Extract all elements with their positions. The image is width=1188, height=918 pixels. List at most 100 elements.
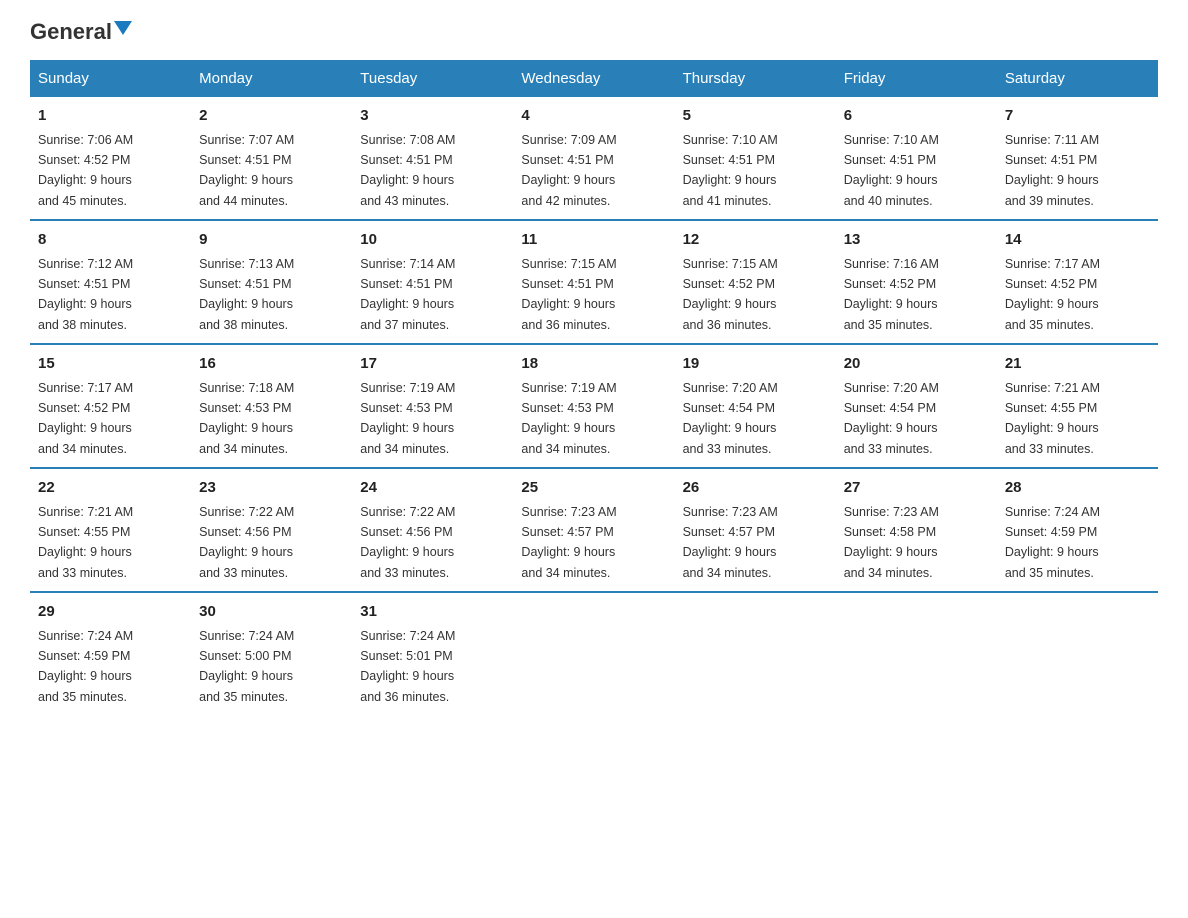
calendar-cell: 26 Sunrise: 7:23 AMSunset: 4:57 PMDaylig… (675, 468, 836, 592)
day-number: 8 (38, 229, 183, 252)
day-info: Sunrise: 7:18 AMSunset: 4:53 PMDaylight:… (199, 381, 294, 456)
calendar-cell (513, 592, 674, 715)
day-number: 6 (844, 105, 989, 128)
day-info: Sunrise: 7:19 AMSunset: 4:53 PMDaylight:… (521, 381, 616, 456)
day-number: 9 (199, 229, 344, 252)
calendar-cell: 19 Sunrise: 7:20 AMSunset: 4:54 PMDaylig… (675, 344, 836, 468)
calendar-cell: 17 Sunrise: 7:19 AMSunset: 4:53 PMDaylig… (352, 344, 513, 468)
day-number: 30 (199, 601, 344, 624)
day-number: 13 (844, 229, 989, 252)
calendar-cell: 27 Sunrise: 7:23 AMSunset: 4:58 PMDaylig… (836, 468, 997, 592)
day-info: Sunrise: 7:16 AMSunset: 4:52 PMDaylight:… (844, 257, 939, 332)
day-info: Sunrise: 7:24 AMSunset: 5:01 PMDaylight:… (360, 629, 455, 704)
day-info: Sunrise: 7:17 AMSunset: 4:52 PMDaylight:… (38, 381, 133, 456)
day-number: 7 (1005, 105, 1150, 128)
calendar-cell: 14 Sunrise: 7:17 AMSunset: 4:52 PMDaylig… (997, 220, 1158, 344)
day-number: 22 (38, 477, 183, 500)
day-info: Sunrise: 7:23 AMSunset: 4:57 PMDaylight:… (521, 505, 616, 580)
day-info: Sunrise: 7:22 AMSunset: 4:56 PMDaylight:… (199, 505, 294, 580)
day-number: 14 (1005, 229, 1150, 252)
day-info: Sunrise: 7:13 AMSunset: 4:51 PMDaylight:… (199, 257, 294, 332)
calendar-cell: 22 Sunrise: 7:21 AMSunset: 4:55 PMDaylig… (30, 468, 191, 592)
weekday-header-friday: Friday (836, 60, 997, 97)
calendar-cell: 31 Sunrise: 7:24 AMSunset: 5:01 PMDaylig… (352, 592, 513, 715)
calendar-cell: 7 Sunrise: 7:11 AMSunset: 4:51 PMDayligh… (997, 97, 1158, 220)
calendar-cell: 20 Sunrise: 7:20 AMSunset: 4:54 PMDaylig… (836, 344, 997, 468)
day-number: 19 (683, 353, 828, 376)
day-info: Sunrise: 7:24 AMSunset: 4:59 PMDaylight:… (38, 629, 133, 704)
day-number: 29 (38, 601, 183, 624)
calendar-week-row: 22 Sunrise: 7:21 AMSunset: 4:55 PMDaylig… (30, 468, 1158, 592)
calendar-cell: 8 Sunrise: 7:12 AMSunset: 4:51 PMDayligh… (30, 220, 191, 344)
calendar-week-row: 8 Sunrise: 7:12 AMSunset: 4:51 PMDayligh… (30, 220, 1158, 344)
calendar-cell: 28 Sunrise: 7:24 AMSunset: 4:59 PMDaylig… (997, 468, 1158, 592)
logo-arrow-icon (114, 21, 132, 39)
calendar-cell: 30 Sunrise: 7:24 AMSunset: 5:00 PMDaylig… (191, 592, 352, 715)
day-number: 4 (521, 105, 666, 128)
calendar-cell: 1 Sunrise: 7:06 AMSunset: 4:52 PMDayligh… (30, 97, 191, 220)
day-info: Sunrise: 7:20 AMSunset: 4:54 PMDaylight:… (844, 381, 939, 456)
day-info: Sunrise: 7:21 AMSunset: 4:55 PMDaylight:… (1005, 381, 1100, 456)
day-number: 21 (1005, 353, 1150, 376)
calendar-cell: 9 Sunrise: 7:13 AMSunset: 4:51 PMDayligh… (191, 220, 352, 344)
calendar-cell: 25 Sunrise: 7:23 AMSunset: 4:57 PMDaylig… (513, 468, 674, 592)
logo: General (30, 20, 132, 44)
day-info: Sunrise: 7:24 AMSunset: 5:00 PMDaylight:… (199, 629, 294, 704)
day-info: Sunrise: 7:21 AMSunset: 4:55 PMDaylight:… (38, 505, 133, 580)
calendar-cell: 10 Sunrise: 7:14 AMSunset: 4:51 PMDaylig… (352, 220, 513, 344)
calendar-cell (675, 592, 836, 715)
day-info: Sunrise: 7:06 AMSunset: 4:52 PMDaylight:… (38, 133, 133, 208)
calendar-cell: 13 Sunrise: 7:16 AMSunset: 4:52 PMDaylig… (836, 220, 997, 344)
calendar-cell (997, 592, 1158, 715)
day-number: 18 (521, 353, 666, 376)
day-number: 15 (38, 353, 183, 376)
day-info: Sunrise: 7:23 AMSunset: 4:57 PMDaylight:… (683, 505, 778, 580)
day-number: 2 (199, 105, 344, 128)
calendar-cell: 15 Sunrise: 7:17 AMSunset: 4:52 PMDaylig… (30, 344, 191, 468)
day-number: 27 (844, 477, 989, 500)
calendar-cell: 4 Sunrise: 7:09 AMSunset: 4:51 PMDayligh… (513, 97, 674, 220)
day-info: Sunrise: 7:20 AMSunset: 4:54 PMDaylight:… (683, 381, 778, 456)
day-info: Sunrise: 7:14 AMSunset: 4:51 PMDaylight:… (360, 257, 455, 332)
weekday-header-tuesday: Tuesday (352, 60, 513, 97)
day-number: 26 (683, 477, 828, 500)
day-info: Sunrise: 7:19 AMSunset: 4:53 PMDaylight:… (360, 381, 455, 456)
calendar-cell: 11 Sunrise: 7:15 AMSunset: 4:51 PMDaylig… (513, 220, 674, 344)
calendar-cell: 2 Sunrise: 7:07 AMSunset: 4:51 PMDayligh… (191, 97, 352, 220)
calendar-cell: 5 Sunrise: 7:10 AMSunset: 4:51 PMDayligh… (675, 97, 836, 220)
day-number: 12 (683, 229, 828, 252)
calendar-table: SundayMondayTuesdayWednesdayThursdayFrid… (30, 60, 1158, 715)
day-info: Sunrise: 7:24 AMSunset: 4:59 PMDaylight:… (1005, 505, 1100, 580)
calendar-week-row: 15 Sunrise: 7:17 AMSunset: 4:52 PMDaylig… (30, 344, 1158, 468)
day-info: Sunrise: 7:17 AMSunset: 4:52 PMDaylight:… (1005, 257, 1100, 332)
day-number: 23 (199, 477, 344, 500)
day-info: Sunrise: 7:12 AMSunset: 4:51 PMDaylight:… (38, 257, 133, 332)
calendar-week-row: 1 Sunrise: 7:06 AMSunset: 4:52 PMDayligh… (30, 97, 1158, 220)
calendar-cell: 29 Sunrise: 7:24 AMSunset: 4:59 PMDaylig… (30, 592, 191, 715)
calendar-cell: 21 Sunrise: 7:21 AMSunset: 4:55 PMDaylig… (997, 344, 1158, 468)
weekday-header-thursday: Thursday (675, 60, 836, 97)
day-info: Sunrise: 7:10 AMSunset: 4:51 PMDaylight:… (844, 133, 939, 208)
day-number: 17 (360, 353, 505, 376)
day-info: Sunrise: 7:09 AMSunset: 4:51 PMDaylight:… (521, 133, 616, 208)
day-info: Sunrise: 7:07 AMSunset: 4:51 PMDaylight:… (199, 133, 294, 208)
calendar-cell: 16 Sunrise: 7:18 AMSunset: 4:53 PMDaylig… (191, 344, 352, 468)
day-info: Sunrise: 7:08 AMSunset: 4:51 PMDaylight:… (360, 133, 455, 208)
calendar-cell: 12 Sunrise: 7:15 AMSunset: 4:52 PMDaylig… (675, 220, 836, 344)
page-header: General (30, 20, 1158, 44)
day-number: 5 (683, 105, 828, 128)
day-number: 28 (1005, 477, 1150, 500)
weekday-header-saturday: Saturday (997, 60, 1158, 97)
day-info: Sunrise: 7:22 AMSunset: 4:56 PMDaylight:… (360, 505, 455, 580)
calendar-cell: 24 Sunrise: 7:22 AMSunset: 4:56 PMDaylig… (352, 468, 513, 592)
day-info: Sunrise: 7:15 AMSunset: 4:51 PMDaylight:… (521, 257, 616, 332)
weekday-header-sunday: Sunday (30, 60, 191, 97)
day-number: 20 (844, 353, 989, 376)
day-info: Sunrise: 7:15 AMSunset: 4:52 PMDaylight:… (683, 257, 778, 332)
day-info: Sunrise: 7:23 AMSunset: 4:58 PMDaylight:… (844, 505, 939, 580)
calendar-header-row: SundayMondayTuesdayWednesdayThursdayFrid… (30, 60, 1158, 97)
calendar-cell: 6 Sunrise: 7:10 AMSunset: 4:51 PMDayligh… (836, 97, 997, 220)
calendar-cell (836, 592, 997, 715)
weekday-header-monday: Monday (191, 60, 352, 97)
day-number: 1 (38, 105, 183, 128)
